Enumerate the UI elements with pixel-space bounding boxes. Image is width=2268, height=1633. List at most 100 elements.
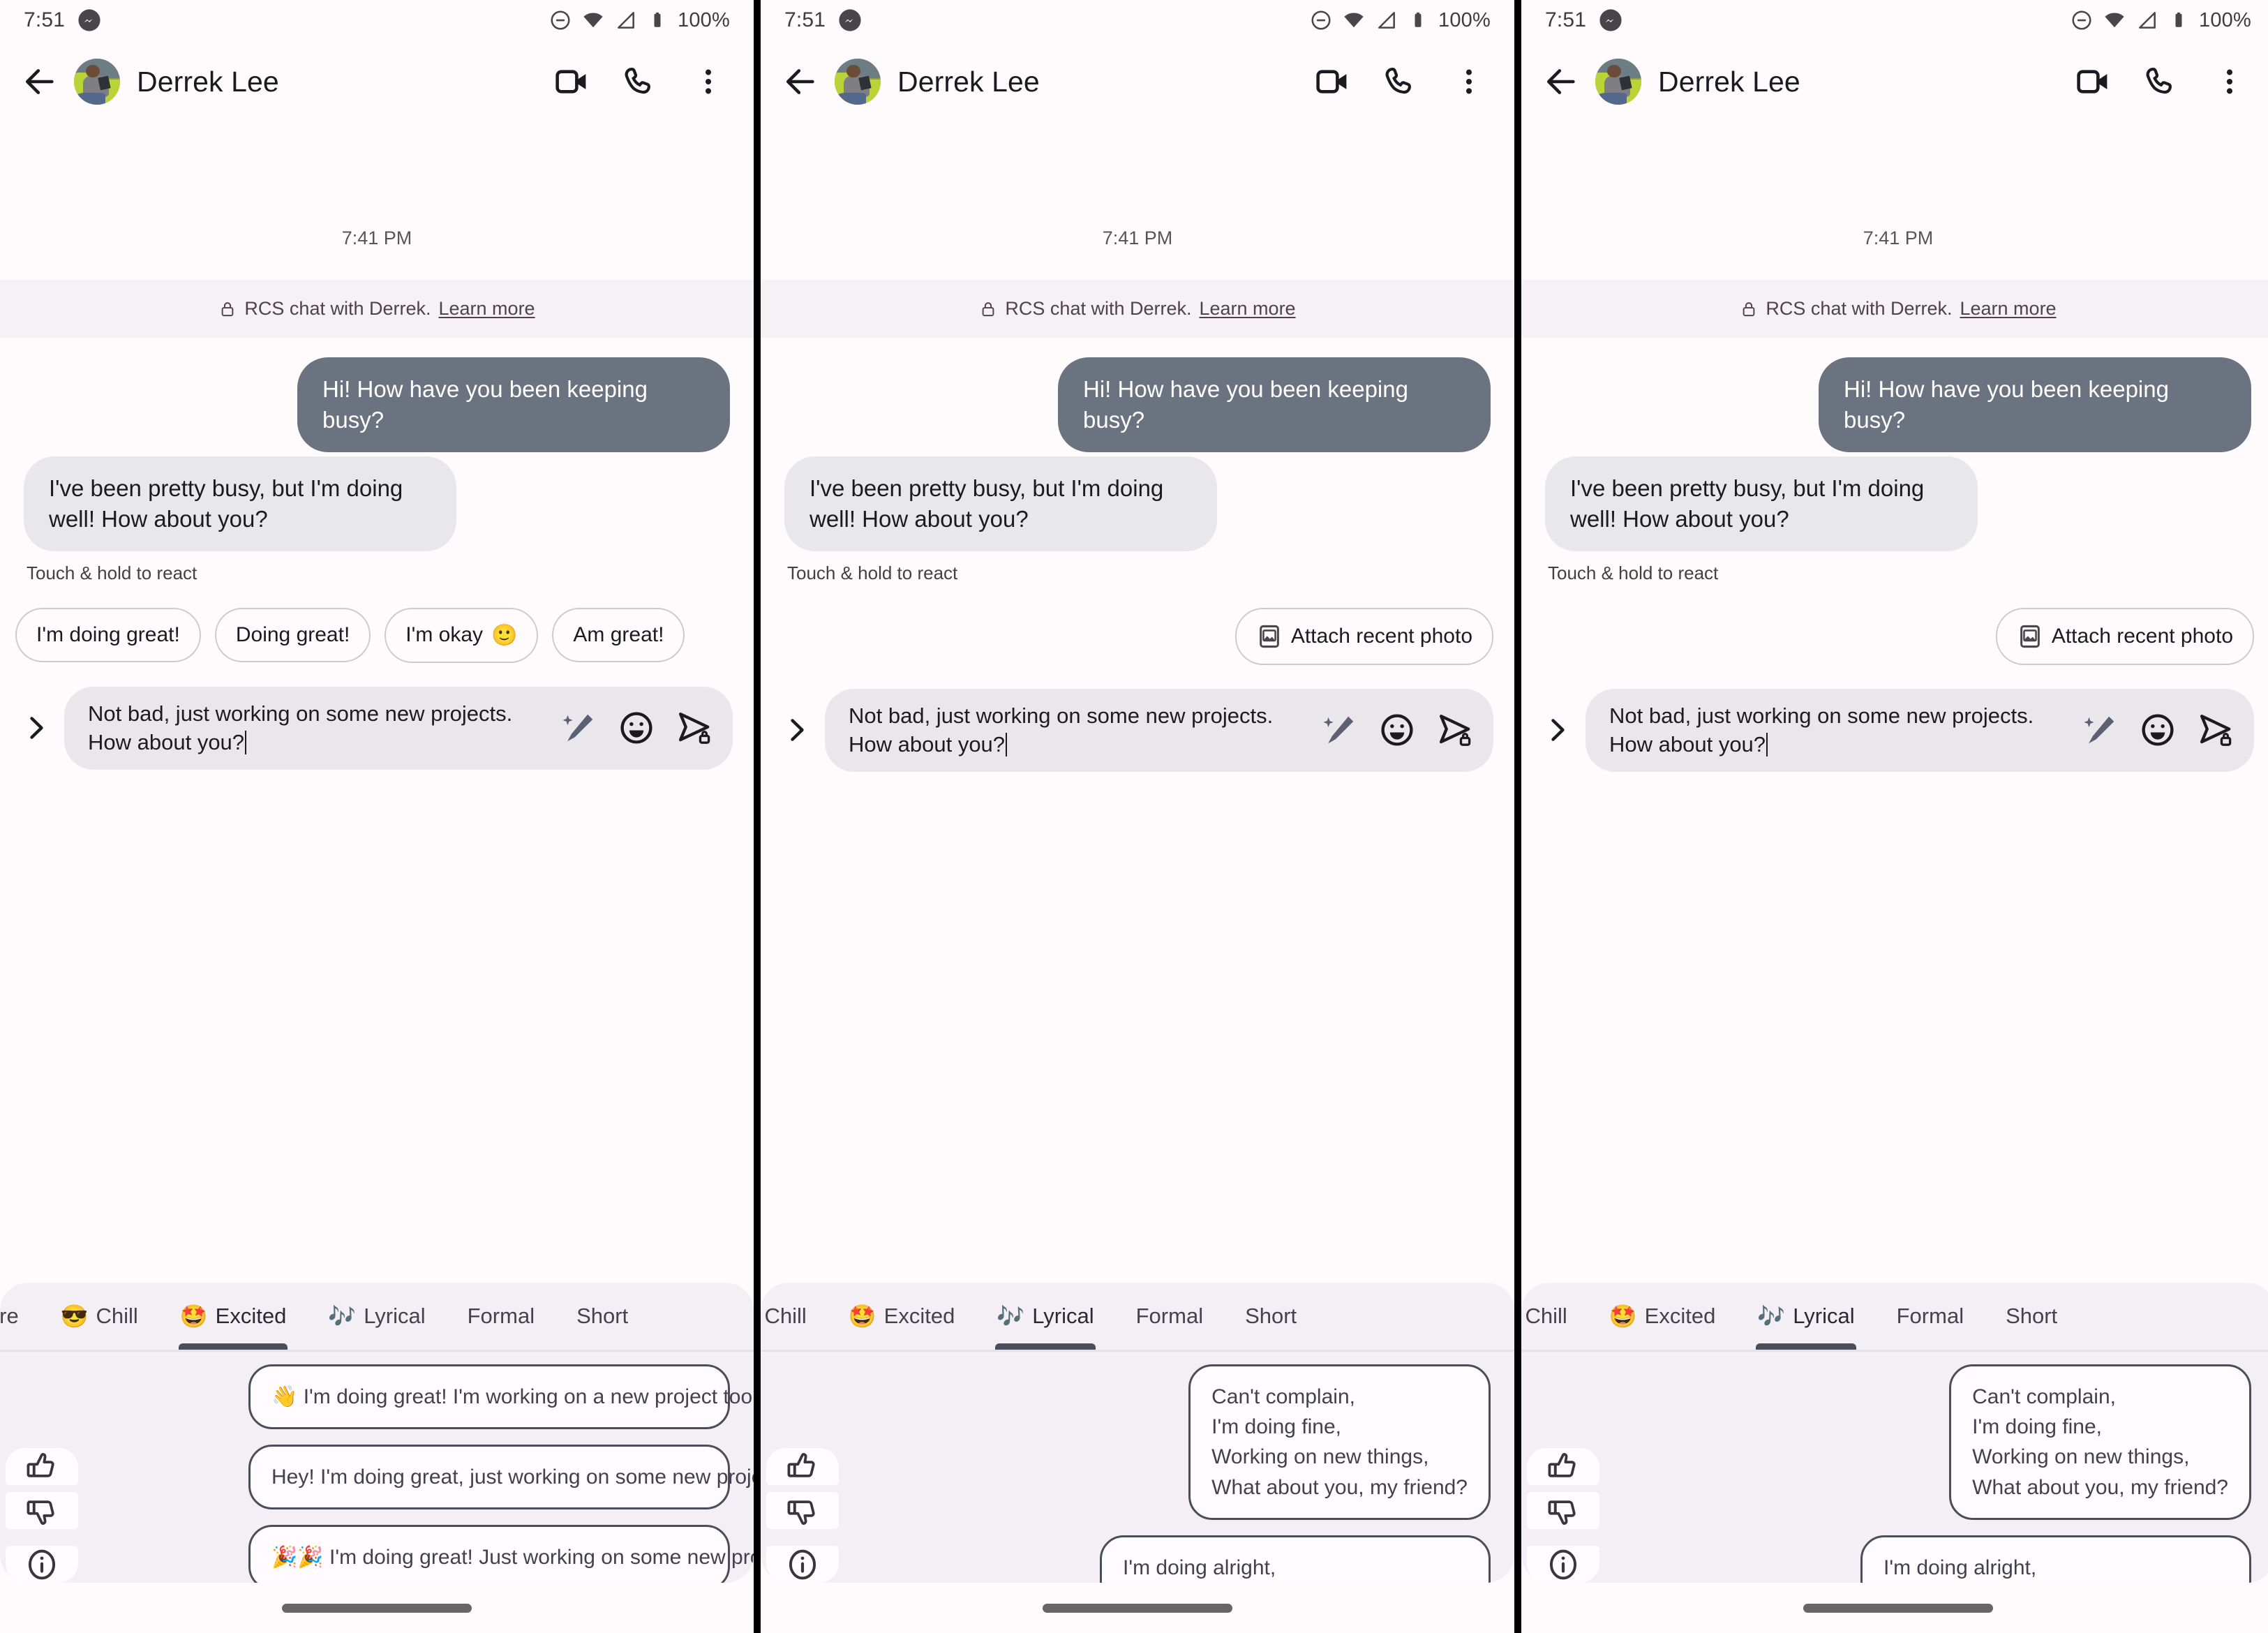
outgoing-message-bubble[interactable]: Hi! How have you been keeping busy?: [297, 357, 730, 452]
style-tab-label: Short: [1245, 1304, 1297, 1328]
magic-compose-suggestion-card[interactable]: I'm doing alright,Just working on new th…: [1100, 1535, 1491, 1583]
thumbs-down-icon[interactable]: [1527, 1492, 1599, 1529]
style-tab-formal[interactable]: Formal: [1115, 1283, 1224, 1350]
phone-call-icon[interactable]: [620, 61, 660, 102]
incoming-message-bubble[interactable]: I've been pretty busy, but I'm doing wel…: [784, 456, 1217, 551]
info-icon[interactable]: [1527, 1546, 1599, 1583]
message-composer[interactable]: Not bad, just working on some new projec…: [825, 688, 1493, 772]
style-tab-chill[interactable]: 😎Chill: [40, 1283, 159, 1350]
thumbs-up-icon[interactable]: [766, 1448, 839, 1485]
style-tab-lyrical[interactable]: 🎶 Lyrical: [307, 1283, 446, 1350]
video-call-icon[interactable]: [551, 61, 592, 102]
style-tab-formal[interactable]: Formal: [1876, 1283, 1985, 1350]
style-tab-excited[interactable]: 🤩 Excited: [828, 1283, 976, 1350]
phone-call-icon[interactable]: [1380, 61, 1421, 102]
thumbs-down-icon[interactable]: [766, 1492, 839, 1529]
style-tab-formal[interactable]: Formal: [447, 1283, 555, 1350]
magic-compose-suggestion-card[interactable]: Can't complain, I'm doing fine, Working on…: [1188, 1364, 1491, 1520]
style-tab-short[interactable]: Short: [1985, 1283, 2078, 1350]
info-icon[interactable]: [6, 1546, 78, 1583]
info-icon[interactable]: [766, 1546, 839, 1583]
style-tab-lyrical[interactable]: 🎶 Lyrical: [1736, 1283, 1875, 1350]
magic-compose-suggestion-card[interactable]: 👋 I'm doing great! I'm working on a new …: [248, 1364, 754, 1430]
video-call-icon[interactable]: [2073, 61, 2113, 102]
message-input[interactable]: Not bad, just working on some new projec…: [849, 701, 1302, 759]
style-tab-chill[interactable]: 😎Chill: [1521, 1283, 1588, 1350]
style-tab-bar[interactable]: Shakespeare😎Chill🤩Excited🎶LyricalFormalS…: [1521, 1283, 2268, 1350]
tab-emoji: 🎶: [997, 1304, 1025, 1329]
magic-compose-suggestion-card[interactable]: 🎉🎉 I'm doing great! Just working on some…: [248, 1525, 754, 1583]
style-tab-shakespeare[interactable]: Shakespeare: [0, 1283, 40, 1350]
magic-compose-suggestion-card[interactable]: Hey! I'm doing great, just working on so…: [248, 1445, 754, 1510]
learn-more-link[interactable]: Learn more: [1960, 298, 2057, 320]
incoming-message-bubble[interactable]: I've been pretty busy, but I'm doing wel…: [1545, 456, 1978, 551]
video-call-icon[interactable]: [1312, 61, 1352, 102]
message-thread[interactable]: 7:41 PM RCS chat with Derrek. Learn more…: [0, 123, 754, 1583]
outgoing-message-bubble[interactable]: Hi! How have you been keeping busy?: [1058, 357, 1491, 452]
magic-compose-suggestion-card[interactable]: I'm doing alright,Just working on new th…: [1860, 1535, 2251, 1583]
message-composer[interactable]: Not bad, just working on some new projec…: [1586, 688, 2254, 772]
style-tab-excited[interactable]: 🤩 Excited: [159, 1283, 308, 1350]
chevron-right-icon[interactable]: [777, 711, 815, 749]
magic-wand-icon[interactable]: [560, 708, 599, 747]
emoji-face-icon[interactable]: [2138, 710, 2177, 750]
suggestion-chip[interactable]: Doing great!: [214, 608, 371, 662]
outgoing-message-bubble[interactable]: Hi! How have you been keeping busy?: [1819, 357, 2251, 452]
message-input[interactable]: Not bad, just working on some new projec…: [1609, 701, 2063, 759]
chevron-right-icon[interactable]: [1538, 711, 1576, 749]
home-gesture-pill[interactable]: [1803, 1603, 1993, 1613]
message-input[interactable]: Not bad, just working on some new projec…: [88, 699, 542, 757]
style-tab-bar[interactable]: Shakespeare😎Chill🤩Excited🎶LyricalFormalS…: [0, 1283, 754, 1350]
avatar[interactable]: [1595, 59, 1641, 105]
page-title[interactable]: Derrek Lee: [137, 66, 279, 98]
more-vert-icon[interactable]: [688, 61, 729, 102]
thumbs-down-icon[interactable]: [6, 1492, 78, 1529]
style-tab-excited[interactable]: 🤩 Excited: [1588, 1283, 1737, 1350]
style-tab-lyrical[interactable]: 🎶 Lyrical: [976, 1283, 1114, 1350]
avatar[interactable]: [835, 59, 881, 105]
magic-wand-icon[interactable]: [2081, 710, 2120, 750]
suggestion-chip-label: Doing great!: [235, 623, 350, 646]
more-vert-icon[interactable]: [1449, 61, 1489, 102]
style-tab-chill[interactable]: 😎Chill: [761, 1283, 828, 1350]
chevron-right-icon[interactable]: [17, 709, 54, 747]
style-tab-short[interactable]: Short: [555, 1283, 649, 1350]
message-input-value: Not bad, just working on some new projec…: [88, 701, 513, 755]
magic-compose-suggestion-card[interactable]: Can't complain, I'm doing fine, Working on…: [1949, 1364, 2251, 1520]
message-thread[interactable]: 7:41 PM RCS chat with Derrek. Learn more…: [1521, 123, 2268, 1583]
back-arrow-icon[interactable]: [1539, 60, 1583, 103]
wifi-icon: [581, 8, 605, 32]
incoming-message-bubble[interactable]: I've been pretty busy, but I'm doing wel…: [24, 456, 456, 551]
suggestion-chip[interactable]: Attach recent photo: [1995, 607, 2254, 665]
send-encrypted-icon[interactable]: [2195, 710, 2235, 750]
style-tab-bar[interactable]: Shakespeare😎Chill🤩Excited🎶LyricalFormalS…: [761, 1283, 1514, 1350]
style-tab-short[interactable]: Short: [1224, 1283, 1318, 1350]
send-encrypted-icon[interactable]: [674, 708, 713, 747]
page-title[interactable]: Derrek Lee: [897, 66, 1040, 98]
more-vert-icon[interactable]: [2209, 61, 2250, 102]
learn-more-link[interactable]: Learn more: [1200, 298, 1296, 320]
suggestion-card-line: 👋 I'm doing great! I'm working on a new …: [271, 1385, 754, 1408]
panel-divider: [1514, 0, 1521, 1633]
home-gesture-pill[interactable]: [1043, 1603, 1232, 1613]
rcs-banner-text: RCS chat with Derrek.: [244, 298, 431, 319]
emoji-face-icon[interactable]: [617, 708, 656, 747]
avatar[interactable]: [74, 59, 120, 105]
message-composer[interactable]: Not bad, just working on some new projec…: [64, 686, 733, 770]
suggestion-chip[interactable]: Am great!: [552, 608, 685, 662]
send-encrypted-icon[interactable]: [1435, 710, 1474, 750]
suggestion-chip[interactable]: I'm doing great!: [15, 608, 201, 662]
magic-wand-icon[interactable]: [1320, 710, 1359, 750]
back-arrow-icon[interactable]: [18, 60, 61, 103]
page-title[interactable]: Derrek Lee: [1658, 66, 1800, 98]
suggestion-chip[interactable]: Attach recent photo: [1234, 607, 1493, 665]
thumbs-up-icon[interactable]: [6, 1448, 78, 1485]
message-thread[interactable]: 7:41 PM RCS chat with Derrek. Learn more…: [761, 123, 1514, 1583]
thumbs-up-icon[interactable]: [1527, 1448, 1599, 1485]
learn-more-link[interactable]: Learn more: [439, 298, 535, 320]
suggestion-chip[interactable]: I'm okay 🙂: [385, 607, 539, 663]
back-arrow-icon[interactable]: [779, 60, 822, 103]
phone-call-icon[interactable]: [2141, 61, 2181, 102]
emoji-face-icon[interactable]: [1378, 710, 1417, 750]
home-gesture-pill[interactable]: [282, 1603, 472, 1613]
